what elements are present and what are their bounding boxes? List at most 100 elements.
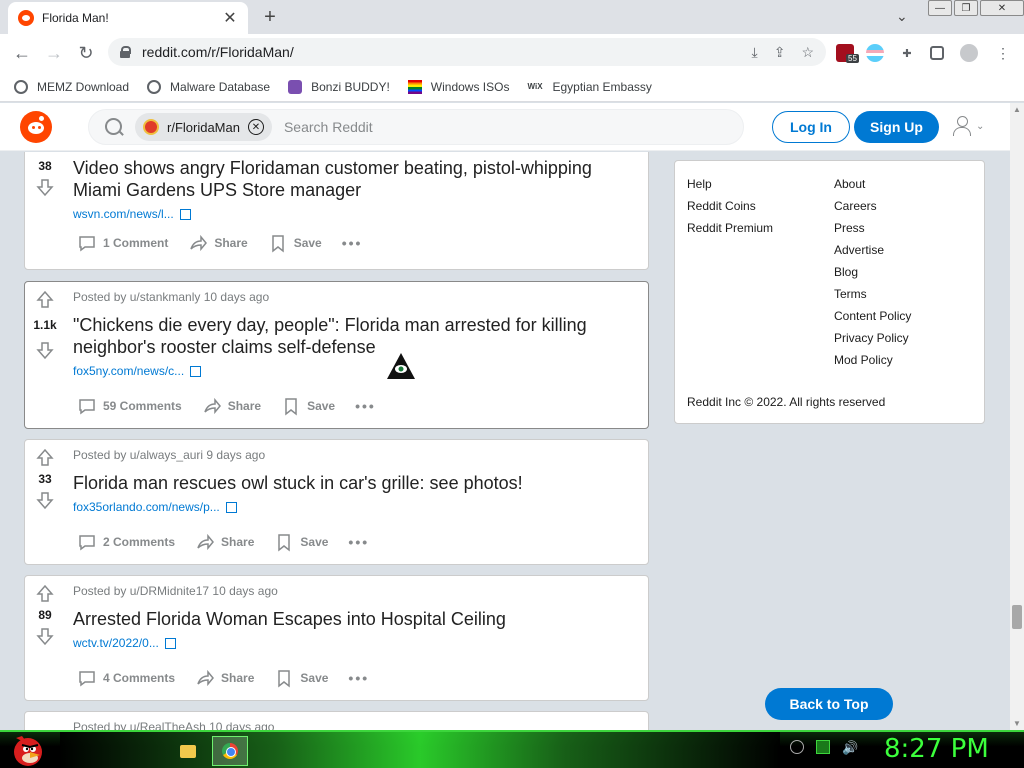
forward-arrow-icon[interactable]: → xyxy=(42,42,66,64)
share-button[interactable]: Share xyxy=(195,668,254,688)
link-text[interactable]: fox5ny.com/news/c... xyxy=(73,364,184,378)
taskbar-chrome[interactable] xyxy=(212,736,248,766)
scroll-down-icon[interactable]: ▼ xyxy=(1013,719,1021,728)
save-button[interactable]: Save xyxy=(274,532,328,552)
pride-extension-icon[interactable] xyxy=(866,44,884,62)
comments-button[interactable]: 2 Comments xyxy=(77,532,175,552)
footer-link[interactable]: Mod Policy xyxy=(834,353,911,375)
user-dropdown[interactable]: ⌄ xyxy=(952,115,984,137)
scrollbar-thumb[interactable] xyxy=(1012,605,1022,629)
downvote-arrow-icon[interactable] xyxy=(35,490,55,510)
menu-kebab-icon[interactable]: ⋮ xyxy=(994,44,1012,62)
post-link[interactable]: wctv.tv/2022/0... xyxy=(73,636,640,650)
profile-avatar-icon[interactable] xyxy=(960,44,978,62)
more-options-icon[interactable]: ••• xyxy=(348,670,369,686)
more-options-icon[interactable]: ••• xyxy=(342,235,363,251)
bluetooth-icon[interactable] xyxy=(790,740,804,754)
share-icon[interactable]: ⇪ xyxy=(774,44,786,61)
browser-tab[interactable]: Florida Man! ✕ xyxy=(8,2,248,34)
scroll-up-icon[interactable]: ▲ xyxy=(1013,105,1021,114)
tab-search-chevron-icon[interactable]: ⌄ xyxy=(896,8,908,25)
comments-button[interactable]: 4 Comments xyxy=(77,668,175,688)
minimize-button[interactable]: — xyxy=(928,0,952,16)
close-window-button[interactable]: ✕ xyxy=(980,0,1024,16)
bookmark-star-icon[interactable]: ☆ xyxy=(801,44,814,61)
share-button[interactable]: Share xyxy=(188,233,248,253)
footer-link[interactable]: Content Policy xyxy=(834,309,911,331)
bookmark-item[interactable]: Bonzi BUDDY! xyxy=(288,79,390,94)
extension-shield-icon[interactable]: 55 xyxy=(836,44,859,63)
post-card[interactable]: 33 Posted by u/always_auri 9 days ago Fl… xyxy=(24,439,649,565)
comments-button[interactable]: 59 Comments xyxy=(77,396,182,416)
comments-button[interactable]: 1 Comment xyxy=(77,233,168,253)
footer-link[interactable]: Reddit Coins xyxy=(687,199,773,221)
taskbar-explorer[interactable] xyxy=(170,736,206,766)
post-title[interactable]: Florida man rescues owl stuck in car's g… xyxy=(73,472,640,494)
link-text[interactable]: fox35orlando.com/news/p... xyxy=(73,500,220,514)
more-options-icon[interactable]: ••• xyxy=(348,534,369,550)
install-app-icon[interactable]: ⤓ xyxy=(752,44,758,61)
bookmark-item[interactable]: WiX Egyptian Embassy xyxy=(527,80,651,94)
post-card[interactable]: 1.1k Posted by u/stankmanly 10 days ago … xyxy=(24,281,649,429)
search-bar[interactable]: r/FloridaMan ✕ xyxy=(88,109,744,145)
bookmark-item[interactable]: Malware Database xyxy=(147,79,270,94)
page-scrollbar[interactable]: ▲ ▼ xyxy=(1010,103,1024,730)
post-title[interactable]: Video shows angry Floridaman customer be… xyxy=(73,157,640,201)
signup-button[interactable]: Sign Up xyxy=(854,111,939,143)
new-tab-button[interactable]: + xyxy=(258,6,282,29)
share-button[interactable]: Share xyxy=(195,532,254,552)
subreddit-filter-chip[interactable]: r/FloridaMan ✕ xyxy=(135,113,272,141)
footer-link[interactable]: Advertise xyxy=(834,243,911,265)
footer-link[interactable]: Blog xyxy=(834,265,911,287)
url-text[interactable]: reddit.com/r/FloridaMan/ xyxy=(142,44,736,60)
link-text[interactable]: wctv.tv/2022/0... xyxy=(73,636,159,650)
save-button[interactable]: Save xyxy=(268,233,322,253)
footer-link[interactable]: Press xyxy=(834,221,911,243)
footer-link[interactable]: Reddit Premium xyxy=(687,221,773,243)
link-text[interactable]: wsvn.com/news/l... xyxy=(73,207,174,221)
network-icon[interactable] xyxy=(816,740,830,754)
post-link[interactable]: fox35orlando.com/news/p... xyxy=(73,500,640,514)
post-card[interactable]: 89 Posted by u/DRMidnite17 10 days ago A… xyxy=(24,575,649,701)
post-link[interactable]: fox5ny.com/news/c... xyxy=(73,364,640,378)
downvote-arrow-icon[interactable] xyxy=(35,626,55,646)
upvote-arrow-icon[interactable] xyxy=(35,448,55,468)
post-title[interactable]: "Chickens die every day, people": Florid… xyxy=(73,314,640,358)
bookmark-item[interactable]: Windows ISOs xyxy=(407,79,509,94)
lock-icon[interactable] xyxy=(120,46,131,58)
footer-link[interactable]: About xyxy=(834,177,911,199)
post-link[interactable]: wsvn.com/news/l... xyxy=(73,207,640,221)
bookmark-icon xyxy=(274,532,294,552)
save-button[interactable]: Save xyxy=(274,668,328,688)
back-arrow-icon[interactable]: ← xyxy=(10,42,34,64)
footer-link[interactable]: Careers xyxy=(834,199,911,221)
side-panel-icon[interactable] xyxy=(930,46,944,60)
search-input[interactable] xyxy=(283,119,584,135)
footer-link[interactable]: Privacy Policy xyxy=(834,331,911,353)
upvote-arrow-icon[interactable] xyxy=(35,290,55,310)
post-title[interactable]: Arrested Florida Woman Escapes into Hosp… xyxy=(73,608,640,630)
share-button[interactable]: Share xyxy=(202,396,261,416)
post-card[interactable]: Posted by u/RealTheAsh 10 days ago xyxy=(24,711,649,730)
save-button[interactable]: Save xyxy=(281,396,335,416)
back-to-top-button[interactable]: Back to Top xyxy=(765,688,893,720)
bookmark-item[interactable]: MEMZ Download xyxy=(14,79,129,94)
downvote-arrow-icon[interactable] xyxy=(35,177,55,197)
close-tab-icon[interactable]: ✕ xyxy=(222,8,238,28)
address-bar[interactable]: reddit.com/r/FloridaMan/ ⤓ ⇪ ☆ xyxy=(108,38,826,66)
volume-icon[interactable]: 🔊 xyxy=(842,740,858,755)
upvote-arrow-icon[interactable] xyxy=(35,584,55,604)
taskbar-clock[interactable]: 8:27 PM xyxy=(884,734,989,764)
footer-link[interactable]: Help xyxy=(687,177,773,199)
restore-button[interactable]: ❐ xyxy=(954,0,978,16)
more-options-icon[interactable]: ••• xyxy=(355,398,376,414)
login-button[interactable]: Log In xyxy=(772,111,850,143)
clear-chip-icon[interactable]: ✕ xyxy=(247,119,264,135)
reddit-logo-icon[interactable] xyxy=(20,111,52,143)
downvote-arrow-icon[interactable] xyxy=(35,340,55,360)
start-angry-bird-icon[interactable] xyxy=(8,732,48,768)
extensions-puzzle-icon[interactable]: ✚ xyxy=(898,44,916,62)
footer-link[interactable]: Terms xyxy=(834,287,911,309)
reload-icon[interactable]: ↻ xyxy=(74,42,98,64)
post-card[interactable]: 38 Video shows angry Floridaman customer… xyxy=(24,152,649,270)
